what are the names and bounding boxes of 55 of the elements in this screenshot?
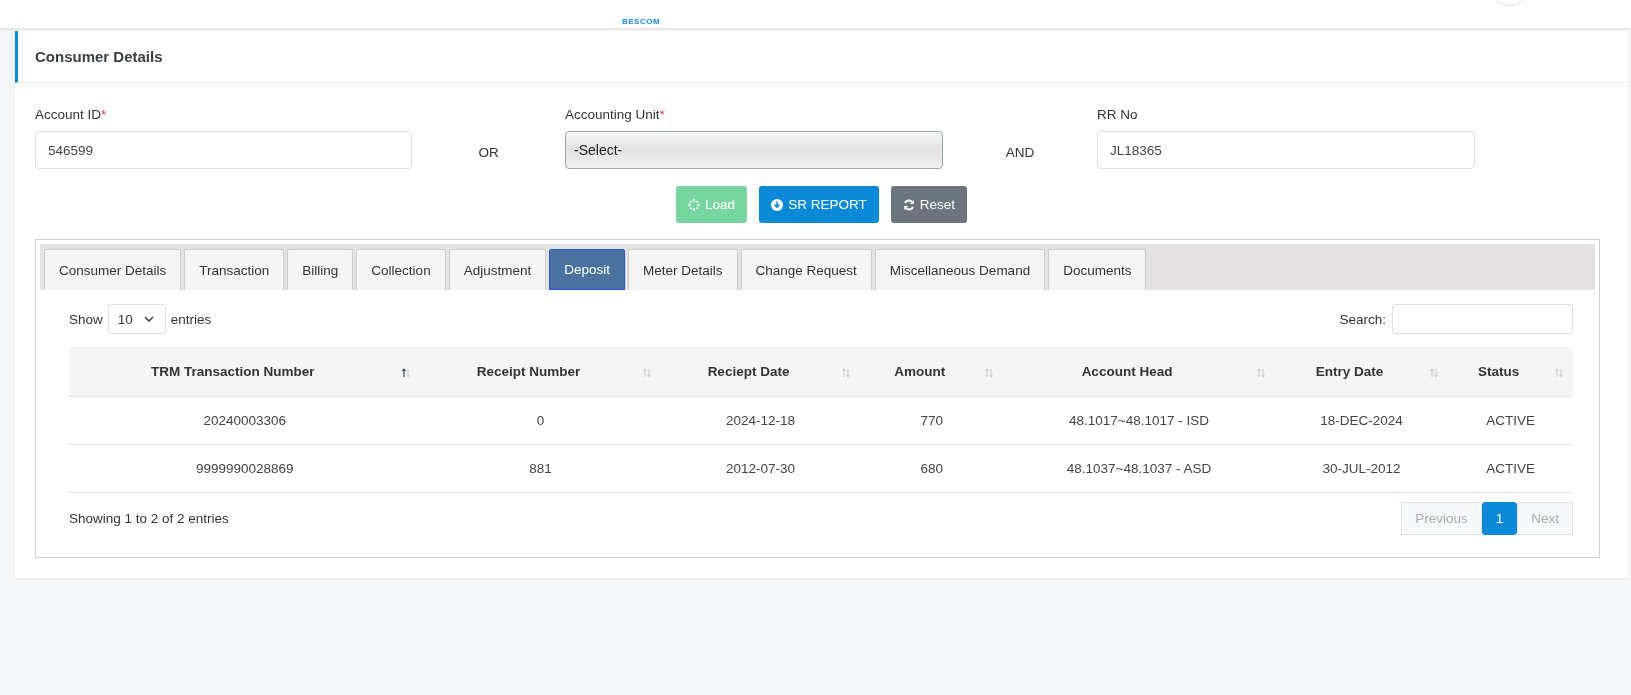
table-cell: 48.1017~48.1017 - ISD <box>1069 413 1209 428</box>
table-cell: 2012-07-30 <box>726 461 796 476</box>
tab[interactable]: Adjustment <box>448 249 547 290</box>
spinner-icon <box>688 198 701 211</box>
table-cell: 680 <box>920 461 944 476</box>
table-cell: 0 <box>536 413 545 428</box>
tab[interactable]: Change Request <box>740 249 872 290</box>
tab[interactable]: Collection <box>356 249 446 290</box>
entries-dropdown[interactable]: 10 <box>107 304 166 334</box>
column-header[interactable]: Reciept Date <box>707 364 790 379</box>
field-label: Accounting Unit* <box>565 107 666 122</box>
table-info: Showing 1 to 2 of 2 entries <box>69 511 229 526</box>
table-cell: 2024-12-18 <box>726 413 796 428</box>
tab[interactable]: Documents <box>1048 249 1147 290</box>
column-header[interactable]: Account Head <box>1081 364 1173 379</box>
tab[interactable]: Consumer Details <box>44 249 182 290</box>
refresh-icon <box>902 198 915 211</box>
table-cell: 9999990028869 <box>195 461 294 476</box>
table-cell: 18-DEC-2024 <box>1320 413 1403 428</box>
column-header[interactable]: Amount <box>894 364 946 379</box>
tab[interactable]: Transaction <box>184 249 285 290</box>
separator-text: AND <box>1005 145 1035 160</box>
card-title: Consumer Details <box>15 31 1628 83</box>
table-cell: ACTIVE <box>1486 413 1535 428</box>
tab[interactable]: Meter Details <box>627 249 738 290</box>
table-cell: 881 <box>529 461 552 476</box>
search-field[interactable] <box>1392 304 1573 334</box>
show-label: Show <box>69 311 103 327</box>
input-field[interactable]: JL18365 <box>1097 131 1475 169</box>
table-cell: 48.1037~48.1037 - ASD <box>1066 461 1212 476</box>
column-header[interactable]: Status <box>1478 364 1520 379</box>
tab[interactable]: Billing <box>287 249 354 290</box>
entries-label: entries <box>170 311 212 327</box>
report-button[interactable]: SR REPORT <box>759 186 879 223</box>
field-label: RR No <box>1097 107 1139 122</box>
table-cell: 30-JUL-2012 <box>1322 461 1401 476</box>
field-label: Account ID* <box>35 107 108 122</box>
chevron-down-icon <box>143 316 154 322</box>
reset-button[interactable]: Reset <box>890 186 967 223</box>
column-header[interactable]: Entry Date <box>1315 364 1384 379</box>
page-link[interactable]: 1 <box>1481 502 1518 535</box>
column-header[interactable]: TRM Transaction Number <box>150 364 315 379</box>
sort-icon[interactable] <box>401 368 412 378</box>
tab[interactable]: Miscellaneous Demand <box>874 249 1046 290</box>
input-field[interactable]: 546599 <box>35 131 412 169</box>
table-cell: ACTIVE <box>1486 461 1535 476</box>
separator-text: OR <box>478 145 499 160</box>
logo-text: BESCOM <box>622 17 661 26</box>
search-label: Search: <box>1339 311 1386 327</box>
table-cell: 20240003306 <box>203 413 286 428</box>
select-field[interactable]: -Select- <box>565 131 943 169</box>
table-cell: 770 <box>920 413 944 428</box>
column-header[interactable]: Receipt Number <box>476 364 581 379</box>
download-icon <box>771 198 784 211</box>
tab[interactable]: Deposit <box>549 249 625 290</box>
